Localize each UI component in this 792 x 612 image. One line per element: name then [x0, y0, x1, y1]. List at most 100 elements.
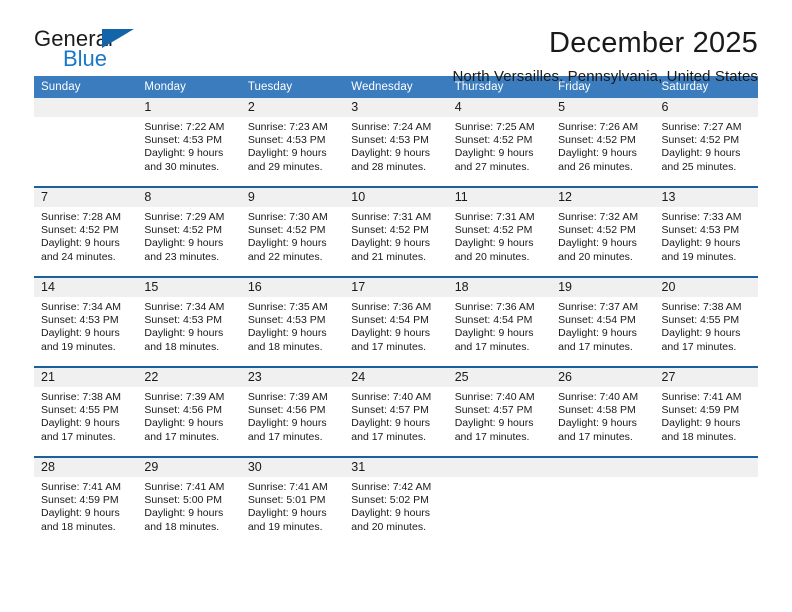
day-cell-4[interactable]: 4 Sunrise: 7:25 AM Sunset: 4:52 PM Daylight… — [447, 98, 552, 187]
sunset-text: Sunset: 4:54 PM — [351, 314, 429, 327]
day-cell-29[interactable]: 29 Sunrise: 7:41 AM Sunset: 5:00 PM Dayligh… — [137, 456, 241, 546]
sunrise-text: Sunrise: 7:40 AM — [558, 391, 639, 403]
day-cell-17[interactable]: 17 Sunrise: 7:36 AM Sunset: 4:54 PM Dayligh… — [344, 276, 448, 367]
day-cell-16[interactable]: 16 Sunrise: 7:35 AM Sunset: 4:53 PM Dayligh… — [240, 276, 345, 367]
daylight-text-line2: and 28 minutes. — [351, 160, 426, 173]
daylight-text-line2: and 20 minutes. — [351, 520, 426, 533]
day-sun-info: Sunrise: 7:31 AM Sunset: 4:52 PM Daylight:… — [344, 207, 447, 264]
daylight-text-line2: and 17 minutes. — [454, 340, 530, 353]
sunset-text: Sunset: 4:57 PM — [454, 404, 533, 417]
sunrise-text: Sunrise: 7:25 AM — [454, 121, 535, 133]
daylight-text-line1: Daylight: 9 hours — [144, 417, 224, 430]
sunset-text: Sunset: 4:53 PM — [41, 314, 119, 327]
daylight-text-line1: Daylight: 9 hours — [454, 327, 534, 340]
day-cell-24[interactable]: 24 Sunrise: 7:40 AM Sunset: 4:57 PM Dayligh… — [344, 366, 448, 457]
daylight-text-line1: Daylight: 9 hours — [351, 507, 431, 520]
daylight-text-line2: and 21 minutes. — [351, 250, 426, 263]
day-sun-info: Sunrise: 7:40 AM Sunset: 4:58 PM Daylight:… — [551, 387, 654, 444]
daylight-text-line1: Daylight: 9 hours — [144, 147, 224, 160]
day-cell-30[interactable]: 30 Sunrise: 7:41 AM Sunset: 5:01 PM Dayligh… — [240, 456, 345, 546]
day-cell-26[interactable]: 26 Sunrise: 7:40 AM Sunset: 4:58 PM Dayligh… — [551, 366, 655, 457]
day-number: 29 — [137, 458, 241, 477]
day-number: 14 — [34, 278, 138, 297]
day-cell-19[interactable]: 19 Sunrise: 7:37 AM Sunset: 4:54 PM Dayligh… — [551, 276, 655, 367]
daylight-text-line2: and 29 minutes. — [247, 160, 323, 173]
sunset-text: Sunset: 4:53 PM — [661, 224, 740, 237]
daylight-text-line2: and 19 minutes. — [661, 250, 737, 263]
day-cell-3[interactable]: 3 Sunrise: 7:24 AM Sunset: 4:53 PM Daylight… — [344, 98, 448, 187]
day-cell-21[interactable]: 21 Sunrise: 7:38 AM Sunset: 4:55 PM Dayligh… — [34, 366, 138, 457]
calendar-body: 1 Sunrise: 7:22 AM Sunset: 4:53 PM Daylight… — [34, 98, 758, 546]
daylight-text-line2: and 17 minutes. — [351, 430, 426, 443]
sunrise-text: Sunrise: 7:28 AM — [41, 211, 121, 223]
day-cell-14[interactable]: 14 Sunrise: 7:34 AM Sunset: 4:53 PM Dayligh… — [34, 276, 138, 367]
day-cell-13[interactable]: 13 Sunrise: 7:33 AM Sunset: 4:53 PM Dayligh… — [654, 186, 758, 277]
sunset-text: Sunset: 4:54 PM — [558, 314, 636, 327]
day-sun-info: Sunrise: 7:38 AM Sunset: 4:55 PM Daylight:… — [34, 387, 137, 444]
sunrise-text: Sunrise: 7:34 AM — [41, 301, 121, 313]
daylight-text-line2: and 19 minutes. — [41, 340, 116, 353]
day-cell-8[interactable]: 8 Sunrise: 7:29 AM Sunset: 4:52 PM Daylight… — [137, 186, 241, 277]
calendar-week-row: 28 Sunrise: 7:41 AM Sunset: 4:59 PM Dayligh… — [34, 456, 758, 546]
calendar-week-row: 7 Sunrise: 7:28 AM Sunset: 4:52 PM Daylight… — [34, 186, 758, 277]
daylight-text-line1: Daylight: 9 hours — [144, 507, 224, 520]
day-sun-info: Sunrise: 7:22 AM Sunset: 4:53 PM Daylight:… — [137, 117, 240, 174]
day-cell-12[interactable]: 12 Sunrise: 7:32 AM Sunset: 4:52 PM Dayligh… — [551, 186, 655, 277]
sunrise-text: Sunrise: 7:42 AM — [351, 481, 432, 493]
day-cell-23[interactable]: 23 Sunrise: 7:39 AM Sunset: 4:56 PM Dayligh… — [240, 366, 345, 457]
sunrise-text: Sunrise: 7:36 AM — [454, 301, 535, 313]
day-number: 2 — [240, 98, 345, 117]
day-cell-15[interactable]: 15 Sunrise: 7:34 AM Sunset: 4:53 PM Dayligh… — [137, 276, 241, 367]
day-cell-18[interactable]: 18 Sunrise: 7:36 AM Sunset: 4:54 PM Dayligh… — [447, 276, 552, 367]
day-cell-28[interactable]: 28 Sunrise: 7:41 AM Sunset: 4:59 PM Dayligh… — [34, 456, 138, 546]
sunrise-text: Sunrise: 7:33 AM — [661, 211, 742, 223]
day-sun-info: Sunrise: 7:31 AM Sunset: 4:52 PM Daylight:… — [448, 207, 551, 264]
day-sun-info: Sunrise: 7:37 AM Sunset: 4:54 PM Daylight:… — [551, 297, 654, 354]
day-number: 18 — [447, 278, 552, 297]
day-cell-5[interactable]: 5 Sunrise: 7:26 AM Sunset: 4:52 PM Daylight… — [551, 98, 655, 187]
daylight-text-line1: Daylight: 9 hours — [454, 237, 534, 250]
daylight-text-line2: and 17 minutes. — [41, 430, 116, 443]
day-number: 22 — [137, 368, 241, 387]
daylight-text-line2: and 18 minutes. — [661, 430, 737, 443]
weekday-header-sunday: Sunday — [34, 76, 138, 98]
daylight-text-line1: Daylight: 9 hours — [247, 417, 327, 430]
day-cell-1[interactable]: 1 Sunrise: 7:22 AM Sunset: 4:53 PM Daylight… — [137, 98, 241, 187]
day-number: 9 — [240, 188, 345, 207]
day-cell-10[interactable]: 10 Sunrise: 7:31 AM Sunset: 4:52 PM Dayligh… — [344, 186, 448, 277]
day-cell-6[interactable]: 6 Sunrise: 7:27 AM Sunset: 4:52 PM Daylight… — [654, 98, 758, 187]
day-cell-2[interactable]: 2 Sunrise: 7:23 AM Sunset: 4:53 PM Daylight… — [240, 98, 345, 187]
day-number: 13 — [654, 188, 758, 207]
day-number: 17 — [344, 278, 448, 297]
day-cell-9[interactable]: 9 Sunrise: 7:30 AM Sunset: 4:52 PM Daylight… — [240, 186, 345, 277]
daylight-text-line1: Daylight: 9 hours — [144, 237, 224, 250]
sunset-text: Sunset: 4:57 PM — [351, 404, 429, 417]
sunrise-text: Sunrise: 7:23 AM — [247, 121, 328, 133]
day-cell-22[interactable]: 22 Sunrise: 7:39 AM Sunset: 4:56 PM Dayligh… — [137, 366, 241, 457]
day-cell-7[interactable]: 7 Sunrise: 7:28 AM Sunset: 4:52 PM Daylight… — [34, 186, 138, 277]
day-cell-20[interactable]: 20 Sunrise: 7:38 AM Sunset: 4:55 PM Dayligh… — [654, 276, 758, 367]
day-cell-11[interactable]: 11 Sunrise: 7:31 AM Sunset: 4:52 PM Dayligh… — [447, 186, 552, 277]
general-blue-logo[interactable]: General Blue — [34, 26, 154, 74]
sunset-text: Sunset: 4:52 PM — [247, 224, 326, 237]
calendar-week-row: 14 Sunrise: 7:34 AM Sunset: 4:53 PM Dayligh… — [34, 276, 758, 367]
daylight-text-line2: and 18 minutes. — [144, 520, 220, 533]
daylight-text-line1: Daylight: 9 hours — [558, 147, 637, 160]
day-cell-31[interactable]: 31 Sunrise: 7:42 AM Sunset: 5:02 PM Dayligh… — [344, 456, 448, 546]
day-sun-info: Sunrise: 7:36 AM Sunset: 4:54 PM Daylight:… — [448, 297, 551, 354]
daylight-text-line1: Daylight: 9 hours — [247, 327, 327, 340]
daylight-text-line2: and 24 minutes. — [41, 250, 116, 263]
sunrise-text: Sunrise: 7:41 AM — [144, 481, 225, 493]
calendar-week-row: 1 Sunrise: 7:22 AM Sunset: 4:53 PM Daylight… — [34, 98, 758, 187]
daylight-text-line1: Daylight: 9 hours — [351, 147, 431, 160]
day-number: 27 — [654, 368, 758, 387]
sunrise-text: Sunrise: 7:40 AM — [454, 391, 535, 403]
day-cell-27[interactable]: 27 Sunrise: 7:41 AM Sunset: 4:59 PM Dayligh… — [654, 366, 758, 457]
daylight-text-line2: and 18 minutes. — [247, 340, 323, 353]
sunset-text: Sunset: 4:58 PM — [558, 404, 636, 417]
day-number: 23 — [240, 368, 345, 387]
day-number: 11 — [447, 188, 552, 207]
sunrise-text: Sunrise: 7:29 AM — [144, 211, 225, 223]
sunset-text: Sunset: 4:55 PM — [661, 314, 740, 327]
day-cell-25[interactable]: 25 Sunrise: 7:40 AM Sunset: 4:57 PM Dayligh… — [447, 366, 552, 457]
